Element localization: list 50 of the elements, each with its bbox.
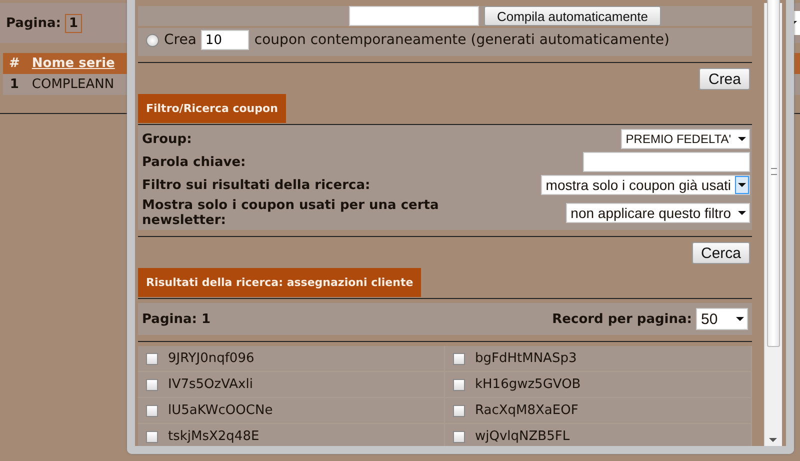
pagination-label: Pagina: [6,16,61,30]
coupon-code: 9JRYJ0nqf096 [168,351,254,366]
dropdown[interactable]: mostra solo i coupon già usati [540,175,750,195]
page-label: Pagina: 1 [142,312,211,326]
coupon-code: RacXqM8XaEOF [475,403,578,418]
coupon-code: tskjMsX2q48E [168,429,260,444]
create-button[interactable]: Crea [699,68,750,90]
checkbox[interactable] [453,352,465,364]
create-label: Crea [164,32,196,48]
column-header: # [3,53,26,74]
checkbox[interactable] [146,352,158,364]
checkbox[interactable] [146,430,158,442]
current-page[interactable]: 1 [64,14,82,32]
coupon-code: bgFdHtMNASp3 [475,351,577,366]
search-button[interactable]: Cerca [692,242,750,264]
field-label: Filtro sui risultati della ricerca: [142,178,370,192]
per-page-label: Record per pagina: [552,312,692,326]
create-description: coupon contemporaneamente (generati automaticamente) [254,32,670,48]
scroll-down-icon[interactable] [769,438,777,442]
autofill-button[interactable]: Compila automaticamente [484,6,662,26]
code-field[interactable] [348,6,479,26]
grip-icon [770,168,776,174]
dropdown[interactable]: 50 [696,308,748,330]
caret-icon [738,211,746,215]
arrow-button[interactable] [735,176,749,194]
checkbox[interactable] [453,430,465,442]
field-label: Mostra solo i coupon usati per una certa newsletter: [142,198,440,228]
coupon-code: IV7s5OzVAxli [168,377,253,392]
coupon-code: kH16gwz5GVOB [475,377,581,392]
checkbox[interactable] [146,378,158,390]
caret-icon [738,183,746,187]
count-field[interactable]: 10 [201,30,250,50]
checkbox[interactable] [453,378,465,390]
checkbox[interactable] [453,404,465,416]
scroll-thumb[interactable] [767,0,780,347]
field-label: Group: [142,132,192,146]
field-label: Parola chiave: [142,154,246,170]
dropdown[interactable]: non applicare questo filtro [566,203,750,223]
scrollbar[interactable] [764,3,782,446]
coupon-code: wjQvlqNZB5FL [475,429,570,444]
column-header[interactable]: Nome serie [26,53,121,74]
caret-icon [738,137,746,141]
checkbox[interactable] [146,404,158,416]
caret-icon [736,317,744,321]
coupon-code: lU5aKWcOOCNe [168,403,273,418]
table-cell: 1 [3,74,26,95]
keyword-field[interactable] [583,152,750,172]
dropdown[interactable]: PREMIO FEDELTA' [620,129,750,149]
table-cell: COMPLEANN [26,74,121,95]
radio-button[interactable] [146,34,159,46]
